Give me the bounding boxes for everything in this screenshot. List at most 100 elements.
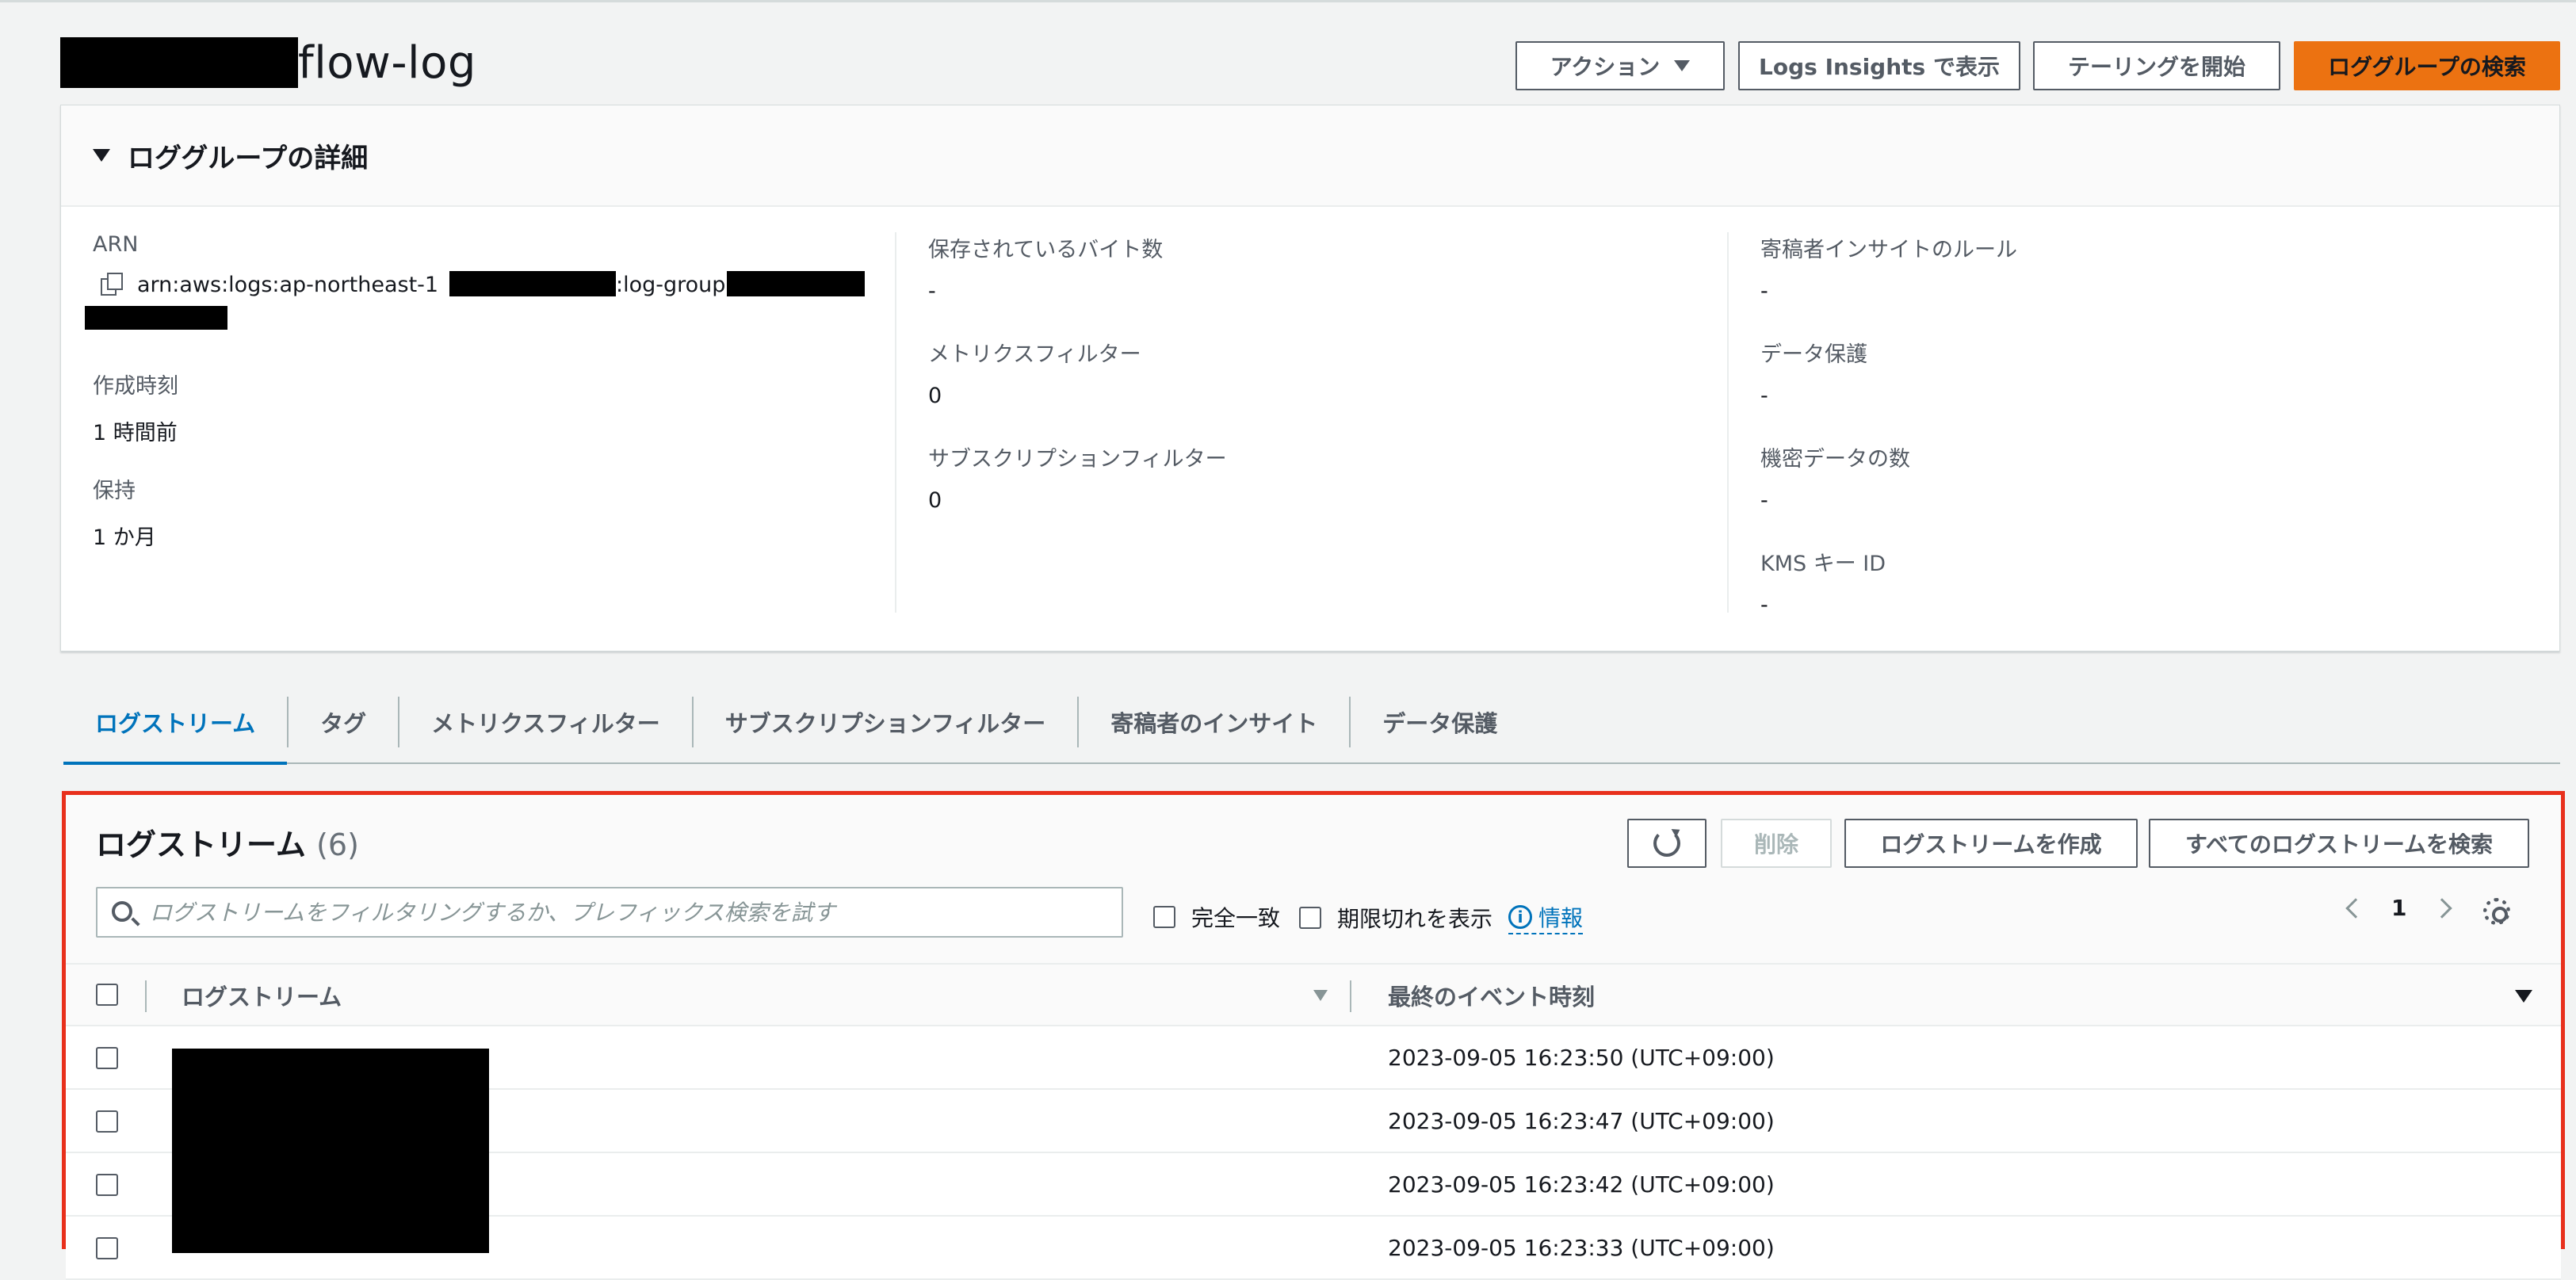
page-title-text: flow-log bbox=[298, 36, 476, 89]
contributor-rules-value: - bbox=[1760, 279, 1768, 304]
delete-button[interactable]: 削除 bbox=[1721, 819, 1832, 868]
stored-bytes-label: 保存されているバイト数 bbox=[928, 238, 1164, 262]
created-value: 1 時間前 bbox=[93, 421, 178, 445]
logs-insights-button[interactable]: Logs Insights で表示 bbox=[1738, 41, 2020, 90]
stored-bytes-value: - bbox=[928, 279, 936, 304]
log-streams-container: ログストリーム (6) 削除 ログストリームを作成 すべてのログストリームを検索… bbox=[62, 791, 2565, 1280]
log-group-details-panel: ロググループの詳細 ARN arn:aws:logs:ap-northeast-… bbox=[60, 105, 2560, 651]
info-icon: i bbox=[1508, 905, 1533, 929]
row-checkbox[interactable] bbox=[96, 1237, 118, 1259]
pagination: 1 bbox=[2345, 895, 2453, 921]
redacted-log-stream-names bbox=[172, 1049, 489, 1253]
actions-button-label: アクション bbox=[1550, 54, 1661, 80]
show-expired-option[interactable]: 期限切れを表示 i 情報 bbox=[1299, 901, 1584, 934]
subscription-filter-label: サブスクリプションフィルター bbox=[928, 447, 1227, 472]
page-title: flow-log bbox=[60, 30, 476, 95]
row-checkbox[interactable] bbox=[96, 1047, 118, 1069]
start-tailing-button[interactable]: テーリングを開始 bbox=[2033, 41, 2280, 90]
search-icon bbox=[112, 901, 132, 922]
caret-down-icon bbox=[93, 149, 110, 162]
log-streams-count: (6) bbox=[316, 827, 359, 862]
create-log-stream-button[interactable]: ログストリームを作成 bbox=[1844, 819, 2138, 868]
refresh-icon bbox=[1653, 830, 1680, 857]
retention-field: 保持 1 か月 bbox=[93, 473, 156, 551]
caret-down-icon bbox=[1674, 60, 1691, 71]
row-checkbox[interactable] bbox=[96, 1174, 118, 1196]
actions-button[interactable]: アクション bbox=[1515, 41, 1725, 90]
row-last-event-time: 2023-09-05 16:23:50 (UTC+09:00) bbox=[1388, 1044, 1775, 1071]
info-link-label: 情報 bbox=[1538, 905, 1584, 931]
data-protection-field: データ保護 - bbox=[1760, 337, 1867, 408]
kms-key-field: KMS キー ID - bbox=[1760, 546, 1886, 617]
search-log-group-button[interactable]: ロググループの検索 bbox=[2294, 41, 2560, 90]
current-page-number[interactable]: 1 bbox=[2391, 895, 2406, 921]
refresh-button[interactable] bbox=[1627, 819, 1707, 868]
tab-subscription-filters[interactable]: サブスクリプションフィルター bbox=[694, 697, 1080, 747]
tab-metric-filters[interactable]: メトリクスフィルター bbox=[399, 697, 694, 747]
column-header-last-event[interactable]: 最終のイベント時刻 bbox=[1388, 965, 1595, 1026]
retention-label: 保持 bbox=[93, 479, 136, 503]
arn-field: ARN arn:aws:logs:ap-northeast-1 :log-gro… bbox=[85, 232, 865, 336]
arn-prefix-text: arn:aws:logs:ap-northeast-1 bbox=[137, 273, 439, 297]
details-column-3: 寄稿者インサイトのルール - データ保護 - 機密データの数 - KMS キー … bbox=[1727, 232, 2559, 617]
exact-match-option[interactable]: 完全一致 bbox=[1153, 901, 1280, 933]
subscription-filter-value: 0 bbox=[928, 488, 942, 513]
table-header: ログストリーム 最終のイベント時刻 bbox=[66, 963, 2561, 1026]
contributor-rules-field: 寄稿者インサイトのルール - bbox=[1760, 232, 2017, 304]
details-panel-header[interactable]: ロググループの詳細 bbox=[61, 105, 2559, 207]
info-link[interactable]: i 情報 bbox=[1508, 901, 1584, 934]
redacted-log-group-name-cont bbox=[85, 306, 227, 330]
tab-data-protection[interactable]: データ保護 bbox=[1351, 697, 1529, 747]
show-expired-checkbox[interactable] bbox=[1299, 907, 1321, 929]
chevron-left-icon[interactable] bbox=[2345, 897, 2366, 919]
show-expired-label: 期限切れを表示 bbox=[1337, 906, 1493, 932]
search-all-log-streams-button[interactable]: すべてのログストリームを検索 bbox=[2149, 819, 2529, 868]
log-stream-search bbox=[96, 887, 1123, 938]
metric-filter-label: メトリクスフィルター bbox=[928, 342, 1141, 367]
created-label: 作成時刻 bbox=[93, 374, 178, 399]
chevron-right-icon[interactable] bbox=[2432, 897, 2453, 919]
column-separator bbox=[1350, 980, 1351, 1012]
tab-contributor-insights[interactable]: 寄稿者のインサイト bbox=[1079, 697, 1351, 747]
details-column-2: 保存されているバイト数 - メトリクスフィルター 0 サブスクリプションフィルタ… bbox=[895, 232, 1727, 613]
select-all-checkbox[interactable] bbox=[96, 984, 118, 1006]
row-last-event-time: 2023-09-05 16:23:47 (UTC+09:00) bbox=[1388, 1107, 1775, 1134]
exact-match-checkbox[interactable] bbox=[1153, 906, 1175, 928]
created-field: 作成時刻 1 時間前 bbox=[93, 369, 178, 446]
redacted-log-group-name bbox=[727, 271, 865, 296]
log-streams-title: ログストリーム (6) bbox=[96, 820, 359, 864]
tab-tags[interactable]: タグ bbox=[289, 697, 400, 747]
log-streams-title-text: ログストリーム bbox=[96, 827, 306, 862]
gear-icon[interactable] bbox=[2483, 898, 2510, 925]
details-panel-title: ロググループの詳細 bbox=[128, 142, 369, 174]
sensitive-count-value: - bbox=[1760, 488, 1768, 513]
top-border bbox=[0, 0, 2576, 2]
contributor-rules-label: 寄稿者インサイトのルール bbox=[1760, 238, 2017, 262]
row-last-event-time: 2023-09-05 16:23:33 (UTC+09:00) bbox=[1388, 1234, 1775, 1261]
exact-match-label: 完全一致 bbox=[1191, 905, 1281, 931]
tab-log-streams[interactable]: ログストリーム bbox=[63, 697, 289, 765]
column-header-log-stream[interactable]: ログストリーム bbox=[182, 965, 342, 1026]
sensitive-count-field: 機密データの数 - bbox=[1760, 441, 1910, 513]
copy-icon[interactable] bbox=[101, 273, 123, 296]
log-stream-search-input[interactable] bbox=[148, 898, 1122, 927]
sensitive-count-label: 機密データの数 bbox=[1760, 447, 1910, 472]
data-protection-value: - bbox=[1760, 384, 1768, 408]
redacted-title-prefix bbox=[60, 37, 298, 88]
stored-bytes-field: 保存されているバイト数 - bbox=[928, 232, 1163, 304]
retention-value: 1 か月 bbox=[93, 525, 156, 550]
metric-filter-value: 0 bbox=[928, 384, 942, 408]
kms-key-label: KMS キー ID bbox=[1760, 552, 1886, 576]
row-checkbox[interactable] bbox=[96, 1110, 118, 1133]
subscription-filter-field: サブスクリプションフィルター 0 bbox=[928, 441, 1227, 513]
arn-label: ARN bbox=[93, 232, 139, 257]
metric-filter-field: メトリクスフィルター 0 bbox=[928, 337, 1141, 408]
tab-bar: ログストリーム タグ メトリクスフィルター サブスクリプションフィルター 寄稿者… bbox=[63, 682, 2560, 765]
sort-triangle-icon[interactable] bbox=[1313, 990, 1328, 1001]
sort-descending-icon[interactable] bbox=[2515, 990, 2532, 1003]
arn-value: arn:aws:logs:ap-northeast-1 :log-group: bbox=[85, 271, 865, 336]
row-last-event-time: 2023-09-05 16:23:42 (UTC+09:00) bbox=[1388, 1171, 1775, 1198]
kms-key-value: - bbox=[1760, 593, 1768, 617]
arn-mid-text: :log-group: bbox=[616, 273, 733, 297]
data-protection-label: データ保護 bbox=[1760, 342, 1867, 367]
